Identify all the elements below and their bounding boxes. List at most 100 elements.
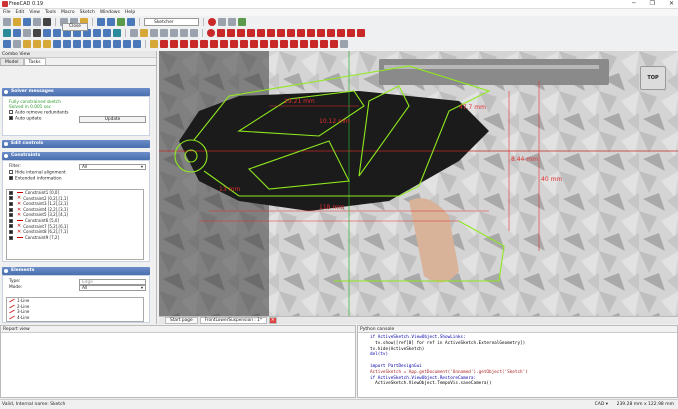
constrain-symmetric-icon[interactable] (240, 40, 248, 48)
rectangle-icon[interactable] (277, 28, 285, 37)
print-icon[interactable] (43, 17, 51, 26)
whats-this-icon[interactable] (127, 17, 135, 26)
part-mirror-icon[interactable] (73, 40, 81, 48)
constrain-point-on-object-icon[interactable] (170, 40, 178, 48)
undo-icon[interactable] (97, 17, 105, 26)
part-boolean-icon[interactable] (103, 40, 111, 48)
part-fillet-icon[interactable] (83, 40, 91, 48)
fit-selection-icon[interactable] (13, 28, 21, 37)
maximize-button[interactable]: ❐ (650, 0, 655, 7)
workbench-selector[interactable]: Sketcher (144, 17, 199, 26)
item-checkbox[interactable] (9, 201, 13, 206)
edit-sketch-icon[interactable] (140, 28, 148, 37)
constraints-list[interactable]: Constraint1 [0,0] ✕ Constraint2 [0,2],[1,… (6, 189, 144, 260)
constrain-parallel-icon[interactable] (200, 40, 208, 48)
item-checkbox[interactable] (9, 218, 13, 223)
left-view-icon[interactable] (103, 28, 111, 37)
external-geometry-icon[interactable] (337, 28, 345, 37)
toggle-driving-icon[interactable] (330, 40, 338, 48)
tab-start-page[interactable]: Start page (165, 317, 198, 324)
part-fuse-icon[interactable] (123, 40, 131, 48)
dimension-label[interactable]: 10.12 mm (319, 118, 350, 125)
constrain-lock-icon[interactable] (260, 40, 268, 48)
part-box-icon[interactable] (3, 40, 11, 48)
isometric-view-icon[interactable] (43, 28, 51, 37)
map-sketch-icon[interactable] (170, 28, 178, 37)
menu-file[interactable]: File (3, 10, 11, 15)
carbon-copy-icon[interactable] (347, 28, 355, 37)
item-checkbox[interactable] (9, 213, 13, 218)
dimension-label[interactable]: 8.44 mm (511, 156, 538, 163)
measure-icon[interactable] (113, 28, 121, 37)
refresh-icon[interactable] (117, 17, 125, 26)
update-button[interactable]: Update (79, 116, 146, 123)
part-revolve-icon[interactable] (63, 40, 71, 48)
dimension-label[interactable]: 40 mm (541, 176, 562, 183)
constrain-tangent-icon[interactable] (220, 40, 228, 48)
tab-model[interactable]: Model (0, 58, 24, 65)
close-window-button[interactable]: ✕ (669, 0, 674, 7)
record-macro-icon[interactable] (208, 17, 216, 26)
edit-controls-header[interactable]: Edit controls (2, 140, 150, 148)
part-torus-icon[interactable] (43, 40, 51, 48)
python-console-body[interactable]: if ActiveSketch.ViewObject.ShowLinks: tv… (358, 333, 677, 387)
point-icon[interactable] (207, 28, 215, 37)
menu-edit[interactable]: Edit (16, 10, 25, 15)
bounding-box-icon[interactable] (33, 28, 41, 37)
minimize-button[interactable]: ─ (632, 0, 636, 7)
sketch-dof-icon[interactable] (150, 40, 158, 48)
extend-icon[interactable] (327, 28, 335, 37)
menu-windows[interactable]: Windows (100, 10, 120, 15)
stop-macro-icon[interactable] (218, 17, 226, 26)
part-cut-icon[interactable] (113, 40, 121, 48)
dimension-label[interactable]: 47.7 mm (459, 104, 486, 111)
constrain-snell-icon[interactable] (320, 40, 328, 48)
menu-help[interactable]: Help (125, 10, 135, 15)
fit-all-icon[interactable] (3, 28, 11, 37)
part-chamfer-icon[interactable] (93, 40, 101, 48)
3d-viewport[interactable]: 29.21 mm 10.12 mm 118 mm 8.44 mm 40 mm 1… (159, 51, 678, 316)
circle-icon[interactable] (237, 28, 245, 37)
view-sketch-icon[interactable] (160, 28, 168, 37)
constrain-distance-icon[interactable] (290, 40, 298, 48)
menu-view[interactable]: View (29, 10, 40, 15)
bspline-icon[interactable] (257, 28, 265, 37)
auto-remove-redundants-checkbox[interactable] (9, 110, 13, 114)
front-view-icon[interactable] (53, 28, 61, 37)
item-checkbox[interactable] (9, 224, 13, 229)
macros-icon[interactable] (228, 17, 236, 26)
solver-messages-header[interactable]: Solver messages (2, 88, 150, 96)
dimension-label[interactable]: 29.21 mm (284, 98, 315, 105)
list-item[interactable]: 4-Line (7, 315, 143, 321)
part-common-icon[interactable] (133, 40, 141, 48)
redo-icon[interactable] (107, 17, 115, 26)
item-checkbox[interactable] (9, 229, 13, 234)
polygon-icon[interactable] (287, 28, 295, 37)
leave-sketch-icon[interactable] (150, 28, 158, 37)
tab-document[interactable]: FrontLowerSuspension : 1* (199, 317, 267, 324)
dimension-label[interactable]: 118 mm (319, 204, 344, 211)
part-cylinder-icon[interactable] (13, 40, 21, 48)
reorient-sketch-icon[interactable] (180, 28, 188, 37)
constrain-vertical-icon[interactable] (180, 40, 188, 48)
constraints-header[interactable]: Constraints (2, 152, 150, 160)
open-folder-icon[interactable] (13, 17, 21, 26)
navigation-style-button[interactable]: CAD ▾ (595, 400, 608, 409)
execute-macro-icon[interactable] (238, 17, 246, 26)
create-sketch-icon[interactable] (130, 28, 138, 37)
arc-icon[interactable] (227, 28, 235, 37)
close-tab-icon[interactable]: ✕ (268, 317, 277, 324)
constrain-perpendicular-icon[interactable] (210, 40, 218, 48)
slot-icon[interactable] (297, 28, 305, 37)
trim-icon[interactable] (317, 28, 325, 37)
constrain-horizontal-distance-icon[interactable] (270, 40, 278, 48)
close-task-button[interactable]: Close (62, 23, 88, 31)
part-sphere-icon[interactable] (23, 40, 31, 48)
line-icon[interactable] (217, 28, 225, 37)
menu-tools[interactable]: Tools (45, 10, 56, 15)
constrain-radius-icon[interactable] (300, 40, 308, 48)
navigation-cube[interactable]: TOP (640, 66, 666, 90)
new-file-icon[interactable] (3, 17, 11, 26)
constrain-angle-icon[interactable] (310, 40, 318, 48)
validate-sketch-icon[interactable] (190, 28, 198, 37)
